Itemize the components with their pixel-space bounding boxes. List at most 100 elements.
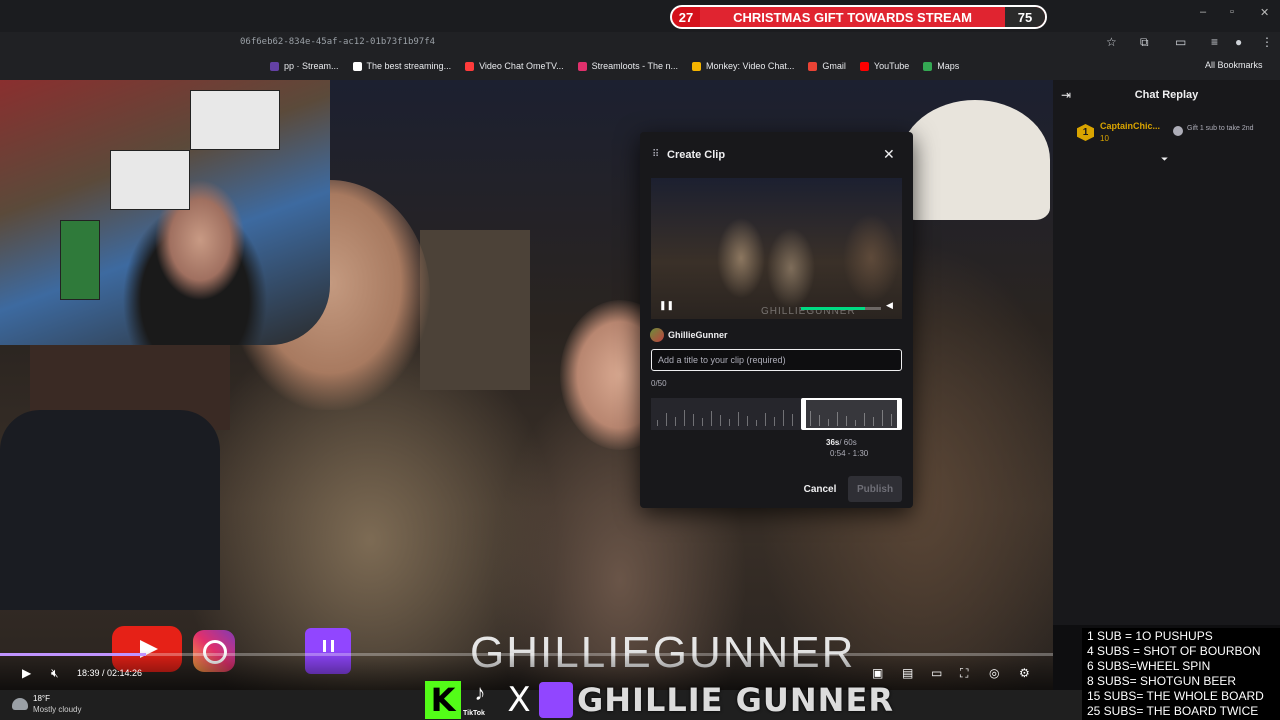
pause-icon[interactable]: ❚❚ <box>659 300 674 311</box>
timeline-tick <box>729 419 730 426</box>
timeline-tick <box>765 413 766 426</box>
bookmark-item[interactable]: Gmail <box>808 58 846 74</box>
extensions-icon[interactable]: ⧉ <box>1140 35 1149 50</box>
sub-rules-overlay: 1 SUB = 1O PUSHUPS 4 SUBS = SHOT OF BOURB… <box>1082 628 1280 720</box>
all-bookmarks-button[interactable]: All Bookmarks <box>1205 60 1263 70</box>
bookmark-label: YouTube <box>873 61 910 71</box>
bookmark-favicon-icon <box>859 61 869 71</box>
clip-range-text: 0:54 - 1:30 <box>830 449 869 458</box>
clip-title-input[interactable] <box>651 349 902 371</box>
chat-username[interactable]: CaptainChic... <box>1100 121 1160 131</box>
twitch-logo <box>539 682 573 718</box>
bookmark-label: The best streaming... <box>366 61 452 71</box>
bookmark-favicon-icon <box>465 61 475 71</box>
star-icon[interactable]: ☆ <box>1106 35 1117 49</box>
x-logo: X <box>507 680 531 720</box>
timeline-tick <box>774 417 775 426</box>
timecode: 18:39 / 02:14:26 <box>77 668 143 678</box>
bookmark-label: Streamloots - The n... <box>591 61 678 71</box>
timeline-tick <box>783 410 784 426</box>
timeline-tick <box>738 412 739 426</box>
bookmark-item[interactable]: YouTube <box>859 58 910 74</box>
clip-range-selector[interactable] <box>801 398 902 430</box>
duration-max: / 60s <box>839 438 857 447</box>
publish-button[interactable]: Publish <box>848 476 902 502</box>
timeline-tick <box>711 411 712 426</box>
seek-bar-fill <box>0 653 147 656</box>
settings-icon[interactable]: ⚙ <box>1019 666 1030 680</box>
miniplayer-icon[interactable]: ▭ <box>931 666 942 680</box>
timeline-tick <box>756 420 757 426</box>
volume-icon[interactable]: ◀︎ <box>886 300 893 311</box>
timeline-tick <box>684 410 685 426</box>
author-name: GhillieGunner <box>668 330 728 340</box>
chat-title: Chat Replay <box>1134 89 1199 101</box>
clip-author: GhillieGunner <box>650 328 728 342</box>
chat-replay-panel: ⇥ Chat Replay 1 CaptainChic... 10 Gift 1… <box>1053 80 1280 625</box>
bookmark-item[interactable]: Monkey: Video Chat... <box>692 58 794 74</box>
restore-icon[interactable]: ▫ <box>1230 6 1234 18</box>
cast-icon[interactable]: ▭ <box>1175 35 1186 49</box>
rule-line: 6 SUBS=WHEEL SPIN <box>1087 659 1211 673</box>
fullscreen-icon[interactable]: ⛶ <box>960 666 968 681</box>
social-name: GHILLIE GUNNER <box>577 681 894 719</box>
bookmark-favicon-icon <box>270 61 279 71</box>
bookmark-item[interactable]: Maps <box>923 58 959 74</box>
seek-bar[interactable] <box>0 653 1053 656</box>
timeline-tick <box>702 418 703 426</box>
close-window-icon[interactable]: ✕ <box>1260 6 1269 19</box>
timeline-tick <box>657 420 658 426</box>
speed-icon[interactable]: ◎ <box>989 666 999 680</box>
char-count: 0/50 <box>651 379 667 388</box>
tiktok-label: TikTok <box>463 710 485 717</box>
address-bar[interactable]: 06f6eb62-834e-45af-ac12-01b73f1b97f4 <box>240 33 1130 51</box>
bookmark-item[interactable]: Video Chat OmeTV... <box>465 58 564 74</box>
tiktok-logo: ♪ TikTok <box>463 680 486 717</box>
dialog-title: Create Clip <box>667 149 726 161</box>
bookmark-favicon-icon <box>352 61 362 71</box>
play-icon[interactable]: ▶ <box>22 666 31 680</box>
timeline-tick <box>792 414 793 426</box>
bookmark-label: Video Chat OmeTV... <box>479 61 564 71</box>
cloud-icon <box>12 698 28 710</box>
timeline-tick <box>666 413 667 426</box>
create-clip-dialog: ⠿ Create Clip ✕ GHILLIEGUNNER ❚❚ ◀︎ Ghil… <box>640 132 913 508</box>
tab-strip <box>0 0 1280 32</box>
bookmark-favicon-icon <box>808 61 818 71</box>
duration-value: 36s <box>826 438 840 447</box>
goal-label: CHRISTMAS GIFT TOWARDS STREAM <box>700 7 1005 27</box>
menu-icon[interactable]: ⋮ <box>1261 35 1273 49</box>
timeline-tick <box>675 417 676 426</box>
car <box>0 410 220 610</box>
clip-icon[interactable]: ▣ <box>872 666 883 680</box>
gift-icon <box>1173 126 1183 136</box>
clip-preview[interactable]: GHILLIEGUNNER ❚❚ ◀︎ <box>651 178 902 319</box>
close-icon[interactable]: ✕ <box>883 146 895 163</box>
chat-message: Gift 1 sub to take 2nd <box>1187 125 1254 132</box>
rule-line: 25 SUBS= THE BOARD TWICE <box>1087 704 1259 718</box>
bookmark-item[interactable]: pp · Stream... <box>270 58 339 74</box>
poster <box>110 150 190 210</box>
building <box>420 230 530 390</box>
bookmark-item[interactable]: Streamloots - The n... <box>577 58 678 74</box>
mute-icon[interactable]: 🔇︎ <box>51 666 59 681</box>
media-icon[interactable]: ≡ <box>1211 35 1218 49</box>
profile-icon[interactable]: ● <box>1235 35 1242 49</box>
rule-line: 4 SUBS = SHOT OF BOURBON <box>1087 644 1261 658</box>
timeline-tick <box>747 416 748 426</box>
filter-icon[interactable]: ⏷ <box>1161 154 1168 165</box>
theatre-mode-icon[interactable]: ▤ <box>902 666 913 680</box>
bookmark-label: pp · Stream... <box>284 61 339 71</box>
drag-handle-icon[interactable]: ⠿ <box>652 149 659 160</box>
rule-line: 8 SUBS= SHOTGUN BEER <box>1087 674 1237 688</box>
bookmark-item[interactable]: The best streaming... <box>352 58 452 74</box>
bookmark-favicon-icon <box>692 61 701 71</box>
cancel-button[interactable]: Cancel <box>800 478 840 500</box>
volume-slider[interactable] <box>801 307 881 310</box>
minimize-icon[interactable]: – <box>1200 6 1206 18</box>
gift-count: 10 <box>1100 134 1109 143</box>
streamer-webcam <box>0 80 330 345</box>
timeline-tick <box>693 414 694 426</box>
volume-slider-fill <box>801 307 865 310</box>
bookmark-favicon-icon <box>923 61 933 71</box>
